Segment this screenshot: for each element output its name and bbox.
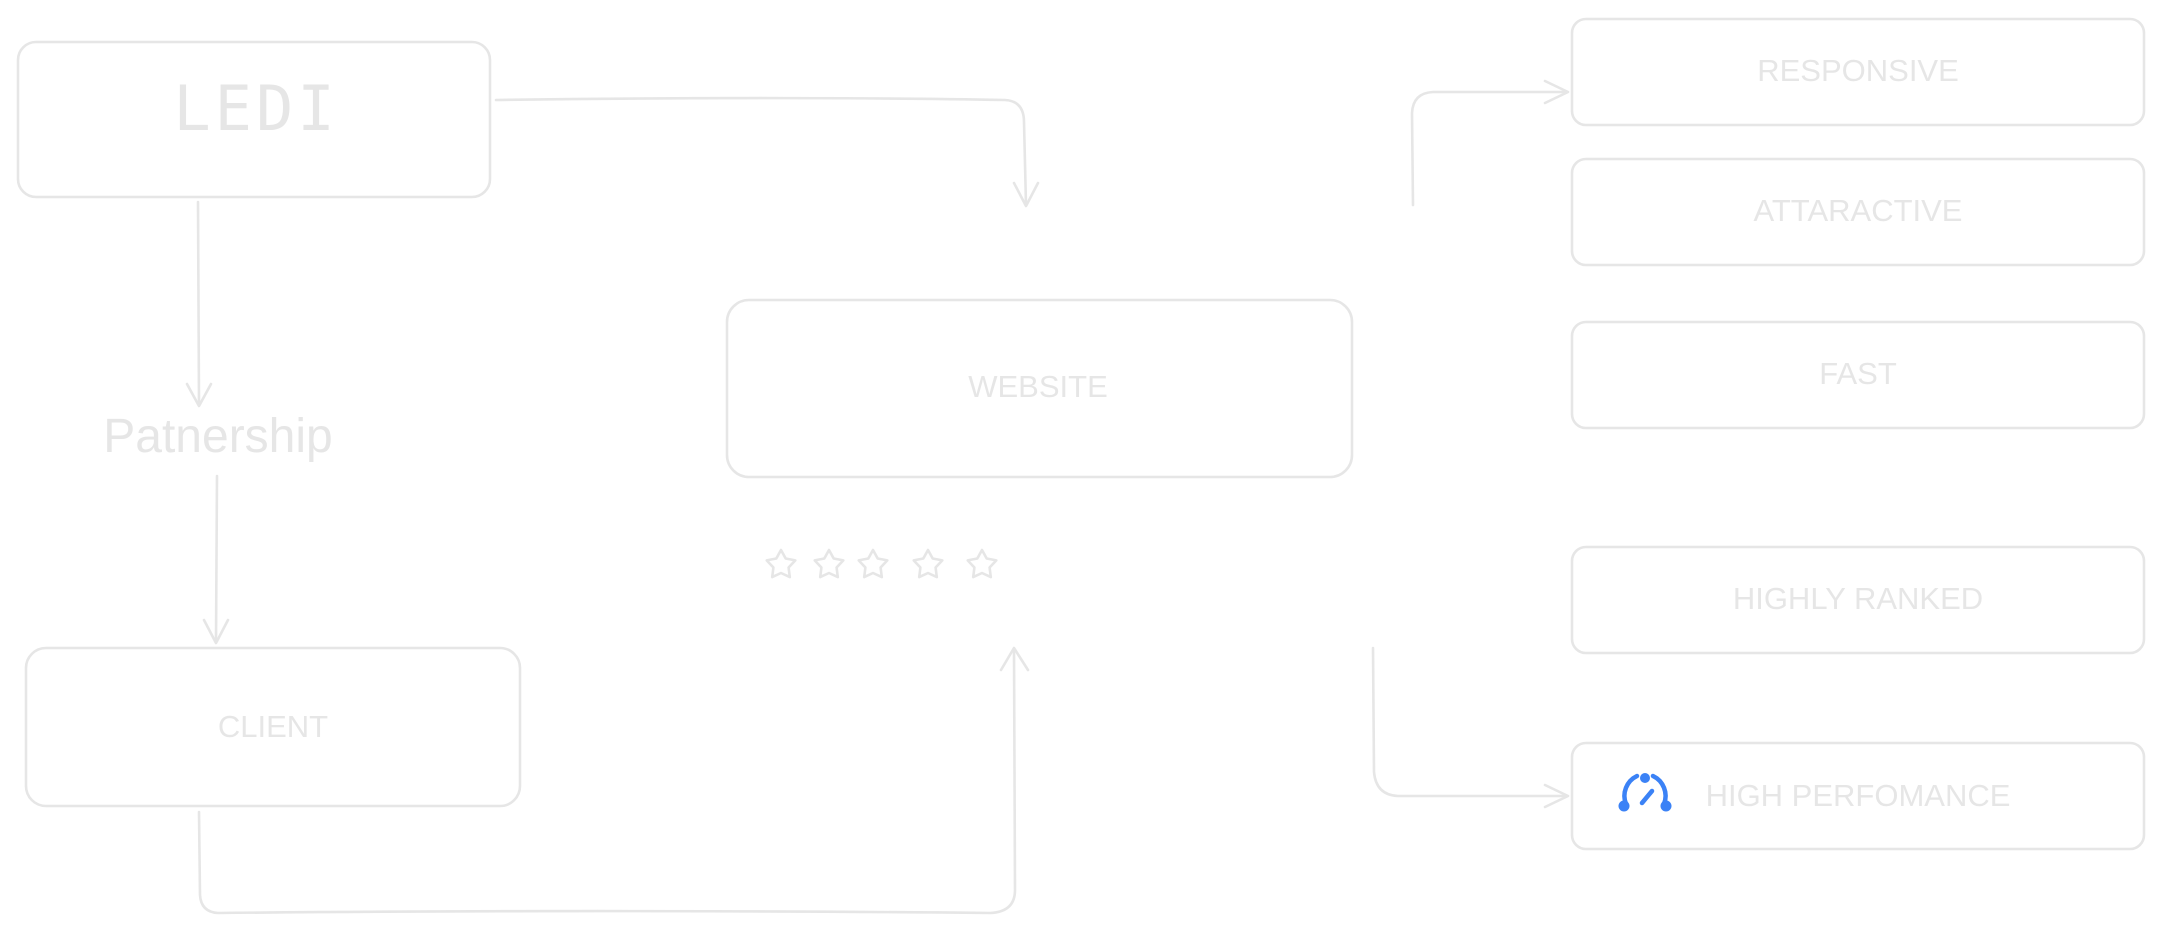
- feature-highly-ranked: HIGHLY RANKED: [1570, 545, 2146, 655]
- connector-ledi-partnership: [196, 200, 201, 406]
- feature-fast: FAST: [1570, 320, 2146, 430]
- star-rating: [765, 548, 998, 579]
- flow-diagram: LEDI Patnership CLIENT WEBSITE RESPONSIV…: [16, 17, 2146, 915]
- feature-label-highly-ranked: HIGHLY RANKED: [1733, 581, 1983, 616]
- feature-label-fast: FAST: [1819, 356, 1897, 391]
- feature-label-attractive: ATTARACTIVE: [1754, 193, 1963, 228]
- star-icon: [912, 548, 944, 579]
- feature-responsive: RESPONSIVE: [1570, 17, 2146, 127]
- star-icon: [857, 548, 889, 579]
- star-icon: [765, 548, 797, 579]
- ledi-node: LEDI: [16, 40, 492, 199]
- partnership-label: Patnership: [103, 410, 332, 463]
- client-node: CLIENT: [24, 646, 522, 808]
- connector-ledi-website: [494, 96, 1028, 207]
- feature-label-responsive: RESPONSIVE: [1757, 53, 1959, 88]
- feature-attractive: ATTARACTIVE: [1570, 157, 2146, 267]
- website-label: WEBSITE: [968, 369, 1108, 404]
- star-icon: [966, 548, 998, 579]
- star-icon: [813, 548, 845, 579]
- connector-partnership-client: [214, 474, 219, 642]
- client-label: CLIENT: [218, 709, 328, 744]
- connector-to-high-performance: [1371, 646, 1567, 798]
- website-node: WEBSITE: [725, 298, 1354, 479]
- feature-high-performance: HIGH PERFOMANCE: [1570, 741, 2146, 851]
- connector-to-responsive: [1410, 90, 1567, 207]
- ledi-label: LEDI: [173, 72, 338, 145]
- feature-label-high-performance: HIGH PERFOMANCE: [1706, 778, 2011, 813]
